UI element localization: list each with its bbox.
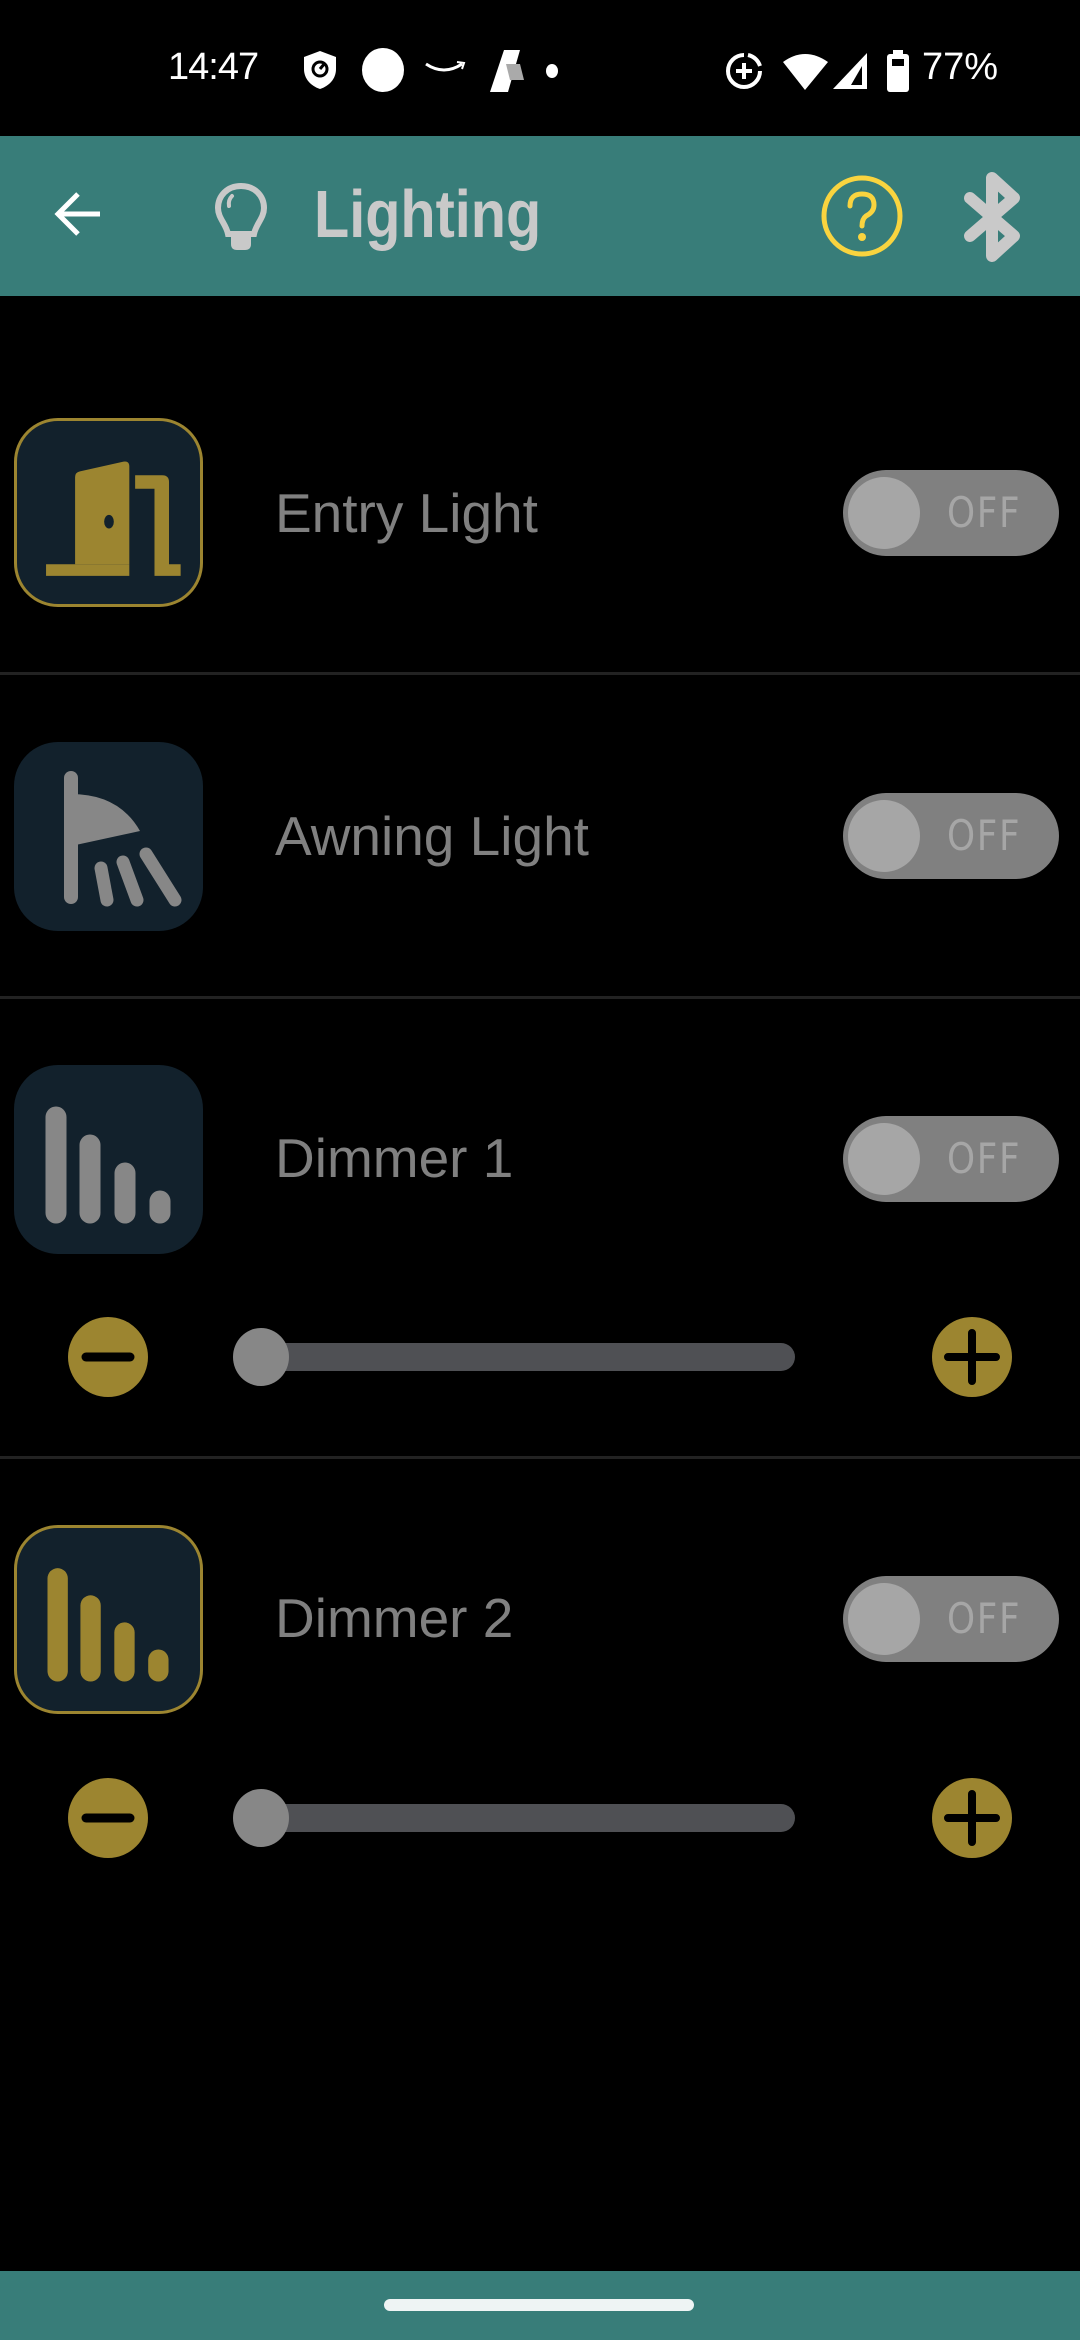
dimmer-2-toggle[interactable]: OFF <box>843 1576 1059 1662</box>
minus-icon <box>81 1352 135 1362</box>
arrow-left-icon <box>54 192 100 236</box>
battery-percent: 77% <box>922 46 999 88</box>
toggle-knob <box>848 477 920 549</box>
battery-icon <box>887 50 909 92</box>
navigation-bar <box>0 2271 1080 2340</box>
slider-thumb[interactable] <box>233 1789 289 1847</box>
toggle-state: OFF <box>947 488 1022 537</box>
slider-track <box>261 1343 795 1371</box>
bluetooth-icon <box>964 172 1020 262</box>
app-a-icon <box>490 50 524 92</box>
entry-light-icon-button[interactable] <box>14 418 203 607</box>
status-time: 14:47 <box>168 46 259 88</box>
shield-check-icon <box>304 51 336 89</box>
lightbulb-icon <box>214 182 268 250</box>
device-row-dimmer-1: Dimmer 1 OFF <box>0 999 1080 1455</box>
toggle-state: OFF <box>947 1134 1022 1183</box>
entry-light-toggle[interactable]: OFF <box>843 470 1059 556</box>
home-gesture-handle[interactable] <box>384 2299 694 2311</box>
dimmer-2-icon-button[interactable] <box>14 1525 203 1714</box>
circle-icon <box>362 48 404 92</box>
toggle-state: OFF <box>947 811 1022 860</box>
dimmer-1-slider[interactable] <box>233 1328 795 1386</box>
device-row-awning-light: Awning Light OFF <box>0 675 1080 995</box>
plus-icon <box>944 1790 1000 1846</box>
awning-light-toggle[interactable]: OFF <box>843 793 1059 879</box>
data-saver-icon <box>726 53 762 89</box>
awning-light-icon-button[interactable] <box>14 742 203 931</box>
device-label: Entry Light <box>275 482 538 544</box>
slider-thumb[interactable] <box>233 1328 289 1386</box>
wifi-icon <box>783 54 828 90</box>
toggle-knob <box>848 800 920 872</box>
help-circle-icon <box>821 175 903 257</box>
dimmer-2-increase-button[interactable] <box>932 1778 1012 1858</box>
dimmer-2-decrease-button[interactable] <box>68 1778 148 1858</box>
dimmer-bars-icon <box>45 1106 171 1224</box>
help-button[interactable] <box>820 174 904 258</box>
shower-light-icon <box>64 771 182 907</box>
device-row-entry-light: Entry Light OFF <box>0 390 1080 636</box>
minus-icon <box>81 1813 135 1823</box>
amazon-smile-icon <box>425 61 466 72</box>
device-label: Dimmer 2 <box>275 1587 514 1649</box>
dimmer-1-increase-button[interactable] <box>932 1317 1012 1397</box>
device-label: Awning Light <box>275 805 589 867</box>
door-icon <box>46 461 181 576</box>
toggle-knob <box>848 1123 920 1195</box>
device-label: Dimmer 1 <box>275 1127 514 1189</box>
dimmer-1-icon-button[interactable] <box>14 1065 203 1254</box>
toggle-state: OFF <box>947 1594 1022 1643</box>
plus-icon <box>944 1329 1000 1385</box>
toggle-knob <box>848 1583 920 1655</box>
slider-track <box>261 1804 795 1832</box>
signal-icon <box>833 53 867 89</box>
status-bar: 14:47 77% <box>0 0 1080 136</box>
dimmer-1-decrease-button[interactable] <box>68 1317 148 1397</box>
bluetooth-button[interactable] <box>962 172 1024 262</box>
dimmer-2-slider[interactable] <box>233 1789 795 1847</box>
dot-icon <box>546 64 558 78</box>
page-title: Lighting <box>314 177 542 252</box>
dimmer-1-toggle[interactable]: OFF <box>843 1116 1059 1202</box>
device-row-dimmer-2: Dimmer 2 OFF <box>0 1459 1080 1899</box>
back-button[interactable] <box>50 186 106 242</box>
dimmer-bars-icon <box>47 1568 169 1682</box>
